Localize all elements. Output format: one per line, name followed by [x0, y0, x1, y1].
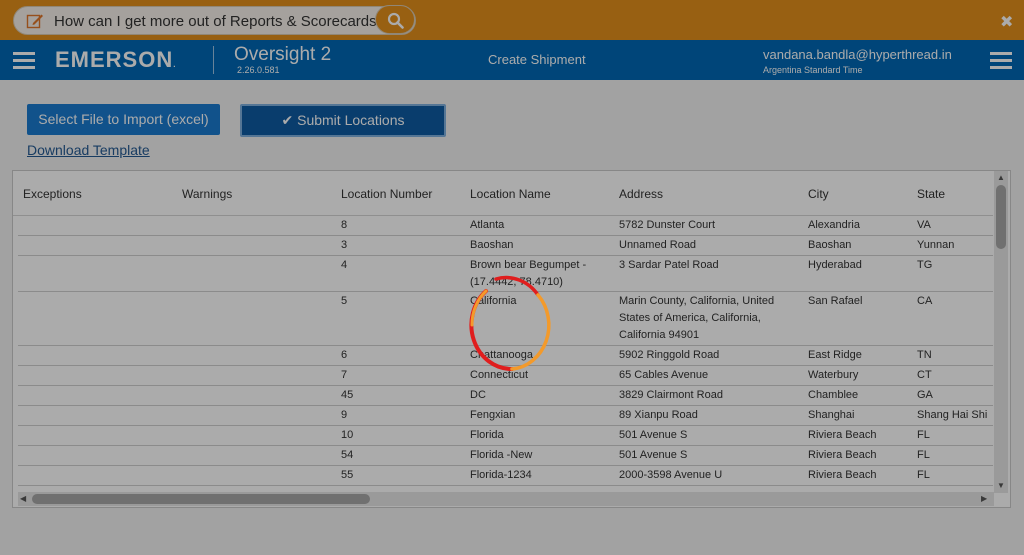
loading-spinner-icon [469, 275, 551, 372]
